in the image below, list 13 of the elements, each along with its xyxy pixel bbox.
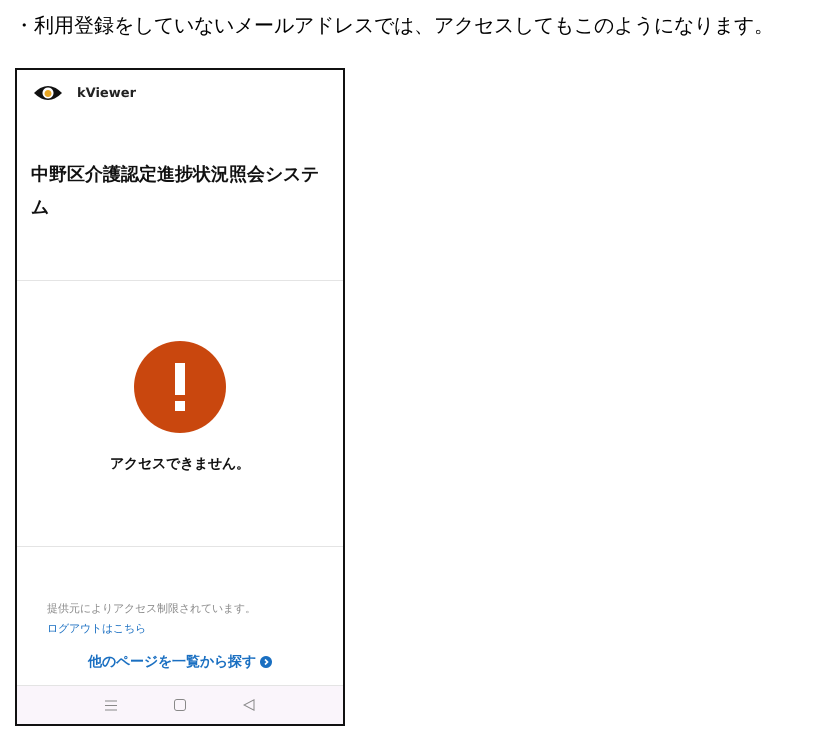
app-name: kViewer: [77, 86, 136, 100]
back-icon[interactable]: [242, 699, 255, 711]
alert-icon: [134, 341, 226, 433]
chevron-icon: [260, 656, 272, 668]
browse-link[interactable]: 他のページを一覧から探す: [88, 653, 272, 671]
caption-text: ・利用登録をしていないメールアドレスでは、アクセスしてもこのようになります。: [14, 14, 774, 39]
error-message: アクセスできません。: [110, 455, 250, 473]
home-icon[interactable]: [174, 699, 186, 711]
page-title: 中野区介護認定進捗状況照会システム: [31, 163, 320, 220]
menu-icon[interactable]: [105, 700, 118, 710]
logout-link[interactable]: ログアウトはこちら: [47, 622, 146, 635]
notice-text: 提供元によりアクセス制限されています。 ログアウトはこちら: [47, 601, 257, 637]
eye-icon: [33, 84, 63, 102]
